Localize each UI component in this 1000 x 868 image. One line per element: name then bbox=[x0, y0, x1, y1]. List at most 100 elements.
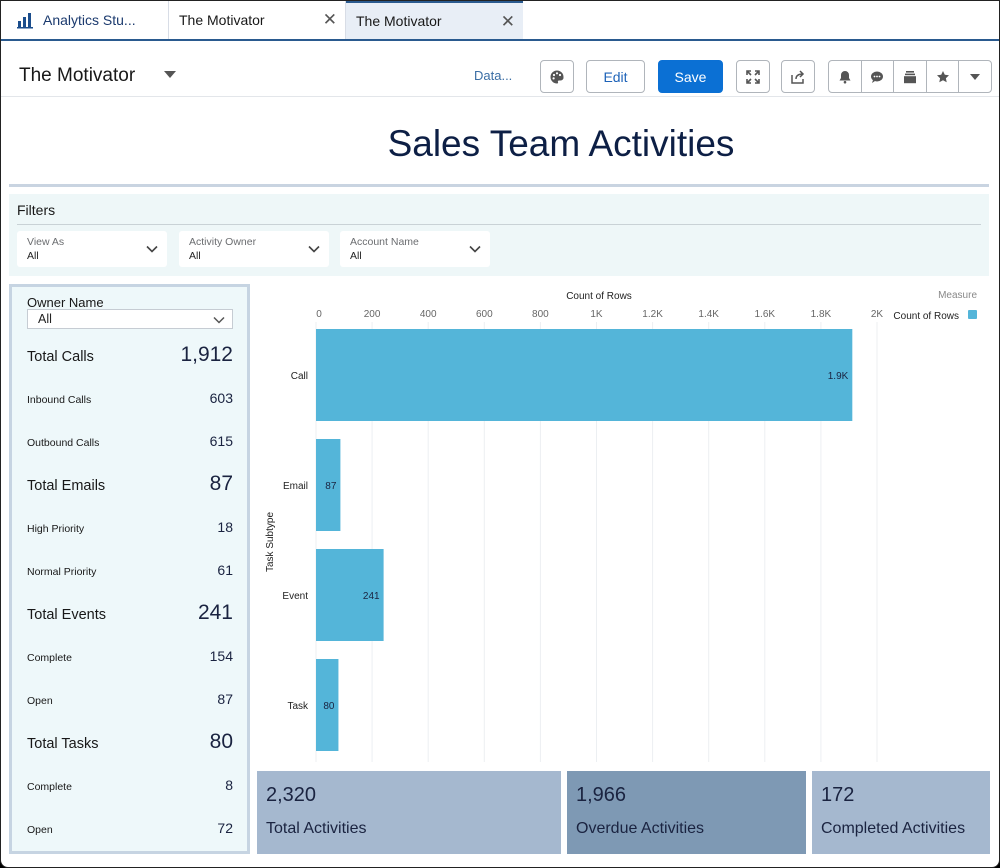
tab-the-motivator-1[interactable]: The Motivator ✕ bbox=[169, 1, 346, 39]
x-tick-label: 1K bbox=[590, 309, 603, 320]
comment-icon bbox=[871, 71, 884, 83]
category-label: Task bbox=[287, 701, 309, 712]
x-tick-label: 1.8K bbox=[811, 309, 832, 320]
x-tick-label: 2K bbox=[871, 309, 884, 320]
chevron-down-icon bbox=[469, 245, 481, 253]
metric-label: Total Calls bbox=[27, 349, 94, 365]
x-tick-label: 1.2K bbox=[642, 309, 663, 320]
bar-value-label: 241 bbox=[363, 591, 380, 602]
metric-row: Complete 154 bbox=[27, 648, 233, 664]
x-tick-label: 1.4K bbox=[698, 309, 719, 320]
bar-value-label: 87 bbox=[325, 481, 337, 492]
save-button[interactable]: Save bbox=[658, 60, 723, 93]
expand-icon bbox=[746, 69, 760, 84]
bars: 1.9K 87 241 80 bbox=[316, 329, 853, 751]
theme-button[interactable] bbox=[540, 60, 574, 93]
legend-title: Measure bbox=[938, 290, 977, 301]
filter-label: Account Name bbox=[350, 236, 419, 248]
chevron-down-icon bbox=[213, 316, 225, 324]
title-divider bbox=[9, 184, 989, 187]
bar-call[interactable] bbox=[316, 329, 853, 421]
filter-label: View As bbox=[27, 236, 65, 248]
close-icon[interactable]: ✕ bbox=[501, 12, 515, 32]
metric-value: 87 bbox=[217, 691, 233, 707]
metric-value: 87 bbox=[209, 472, 233, 495]
chevron-down-icon bbox=[146, 245, 158, 253]
notifications-button[interactable] bbox=[829, 61, 862, 92]
filters-divider bbox=[17, 224, 981, 225]
star-icon bbox=[936, 70, 949, 82]
tab-the-motivator-2[interactable]: The Motivator ✕ bbox=[346, 1, 523, 39]
metric-row: Outbound Calls 615 bbox=[27, 433, 233, 449]
metric-label: Complete bbox=[27, 781, 72, 793]
bell-icon bbox=[839, 70, 851, 83]
metric-label: Inbound Calls bbox=[27, 394, 92, 406]
metric-label: Outbound Calls bbox=[27, 437, 100, 449]
metric-label: High Priority bbox=[27, 523, 85, 535]
data-link[interactable]: Data... bbox=[474, 68, 512, 83]
metric-value: 1,912 bbox=[180, 343, 233, 366]
metrics-panel: Owner Name All Total Calls 1,912 Inbound C… bbox=[9, 284, 250, 854]
kpi-completed-activities: 172 Completed Activities bbox=[812, 771, 990, 854]
action-button-group bbox=[828, 60, 992, 93]
kpi-total-activities: 2,320 Total Activities bbox=[257, 771, 561, 854]
account-name-filter[interactable]: Account Name All bbox=[340, 231, 490, 267]
view-as-filter[interactable]: View As All bbox=[17, 231, 167, 267]
x-tick-label: 0 bbox=[316, 309, 322, 320]
tab-bar: Analytics Stu... The Motivator ✕ The Mot… bbox=[1, 1, 999, 41]
owner-name-select[interactable]: All bbox=[27, 309, 233, 329]
metric-value: 241 bbox=[197, 601, 233, 624]
kpi-label: Total Activities bbox=[266, 820, 367, 837]
close-icon[interactable]: ✕ bbox=[323, 10, 337, 30]
metric-row: Total Emails 87 bbox=[27, 472, 233, 496]
fullscreen-button[interactable] bbox=[736, 60, 770, 93]
bar-value-label: 80 bbox=[323, 701, 335, 712]
metric-value: 154 bbox=[209, 648, 233, 664]
dashboard-menu-caret-icon[interactable] bbox=[164, 71, 176, 78]
y-axis-title: Task Subtype bbox=[265, 512, 276, 572]
dashboard-title: Sales Team Activities bbox=[387, 123, 735, 164]
favorite-button[interactable] bbox=[927, 61, 960, 92]
tab-label: Analytics Stu... bbox=[43, 12, 136, 28]
tab-analytics-studio[interactable]: Analytics Stu... bbox=[1, 1, 169, 39]
metric-row: Total Events 241 bbox=[27, 601, 233, 625]
kpi-overdue-activities: 1,966 Overdue Activities bbox=[567, 771, 806, 854]
tab-label: The Motivator bbox=[179, 12, 265, 28]
x-tick-label: 400 bbox=[420, 309, 437, 320]
legend-entry-label: Count of Rows bbox=[893, 311, 959, 322]
metric-value: 603 bbox=[209, 390, 233, 406]
bar-chart: 1.9K 87 241 80 0 200 400 600 800 1K 1.2K 1.4K 1.6K 1… bbox=[265, 290, 977, 762]
metric-row: Inbound Calls 603 bbox=[27, 390, 233, 406]
metric-label: Total Emails bbox=[27, 478, 106, 494]
activity-owner-filter[interactable]: Activity Owner All bbox=[179, 231, 329, 267]
metric-row: Complete 8 bbox=[27, 777, 233, 793]
collection-icon bbox=[903, 70, 916, 83]
share-button[interactable] bbox=[781, 60, 815, 93]
dashboard-header: The Motivator Data... Edit Save bbox=[1, 41, 999, 97]
analytics-bars-icon bbox=[17, 13, 33, 29]
edit-button[interactable]: Edit bbox=[586, 60, 645, 93]
metric-label: Total Tasks bbox=[27, 736, 99, 752]
filter-label: Activity Owner bbox=[189, 236, 257, 248]
metric-value: 61 bbox=[217, 562, 233, 578]
x-tick-label: 600 bbox=[476, 309, 493, 320]
category-labels: Call Email Event Task bbox=[282, 371, 309, 712]
x-tick-label: 1.6K bbox=[755, 309, 776, 320]
collection-button[interactable] bbox=[894, 61, 927, 92]
chevron-down-icon bbox=[308, 245, 320, 253]
category-label: Email bbox=[283, 481, 308, 492]
metric-value: 615 bbox=[209, 433, 233, 449]
metric-row: Total Tasks 80 bbox=[27, 730, 233, 754]
x-ticks: 0 200 400 600 800 1K 1.2K 1.4K 1.6K 1.8K 2K bbox=[316, 309, 883, 320]
owner-name-value: All bbox=[38, 312, 52, 326]
metric-row: High Priority 18 bbox=[27, 519, 233, 535]
filters-panel: Filters View As All Activity Owner All A… bbox=[9, 194, 989, 276]
metric-row: Open 87 bbox=[27, 691, 233, 707]
comments-button[interactable] bbox=[862, 61, 895, 92]
metric-label: Open bbox=[27, 824, 53, 836]
filter-value: All bbox=[189, 250, 201, 262]
filter-value: All bbox=[27, 250, 39, 262]
more-actions-button[interactable] bbox=[959, 61, 991, 92]
category-label: Call bbox=[291, 371, 308, 382]
kpi-value: 172 bbox=[821, 784, 855, 806]
